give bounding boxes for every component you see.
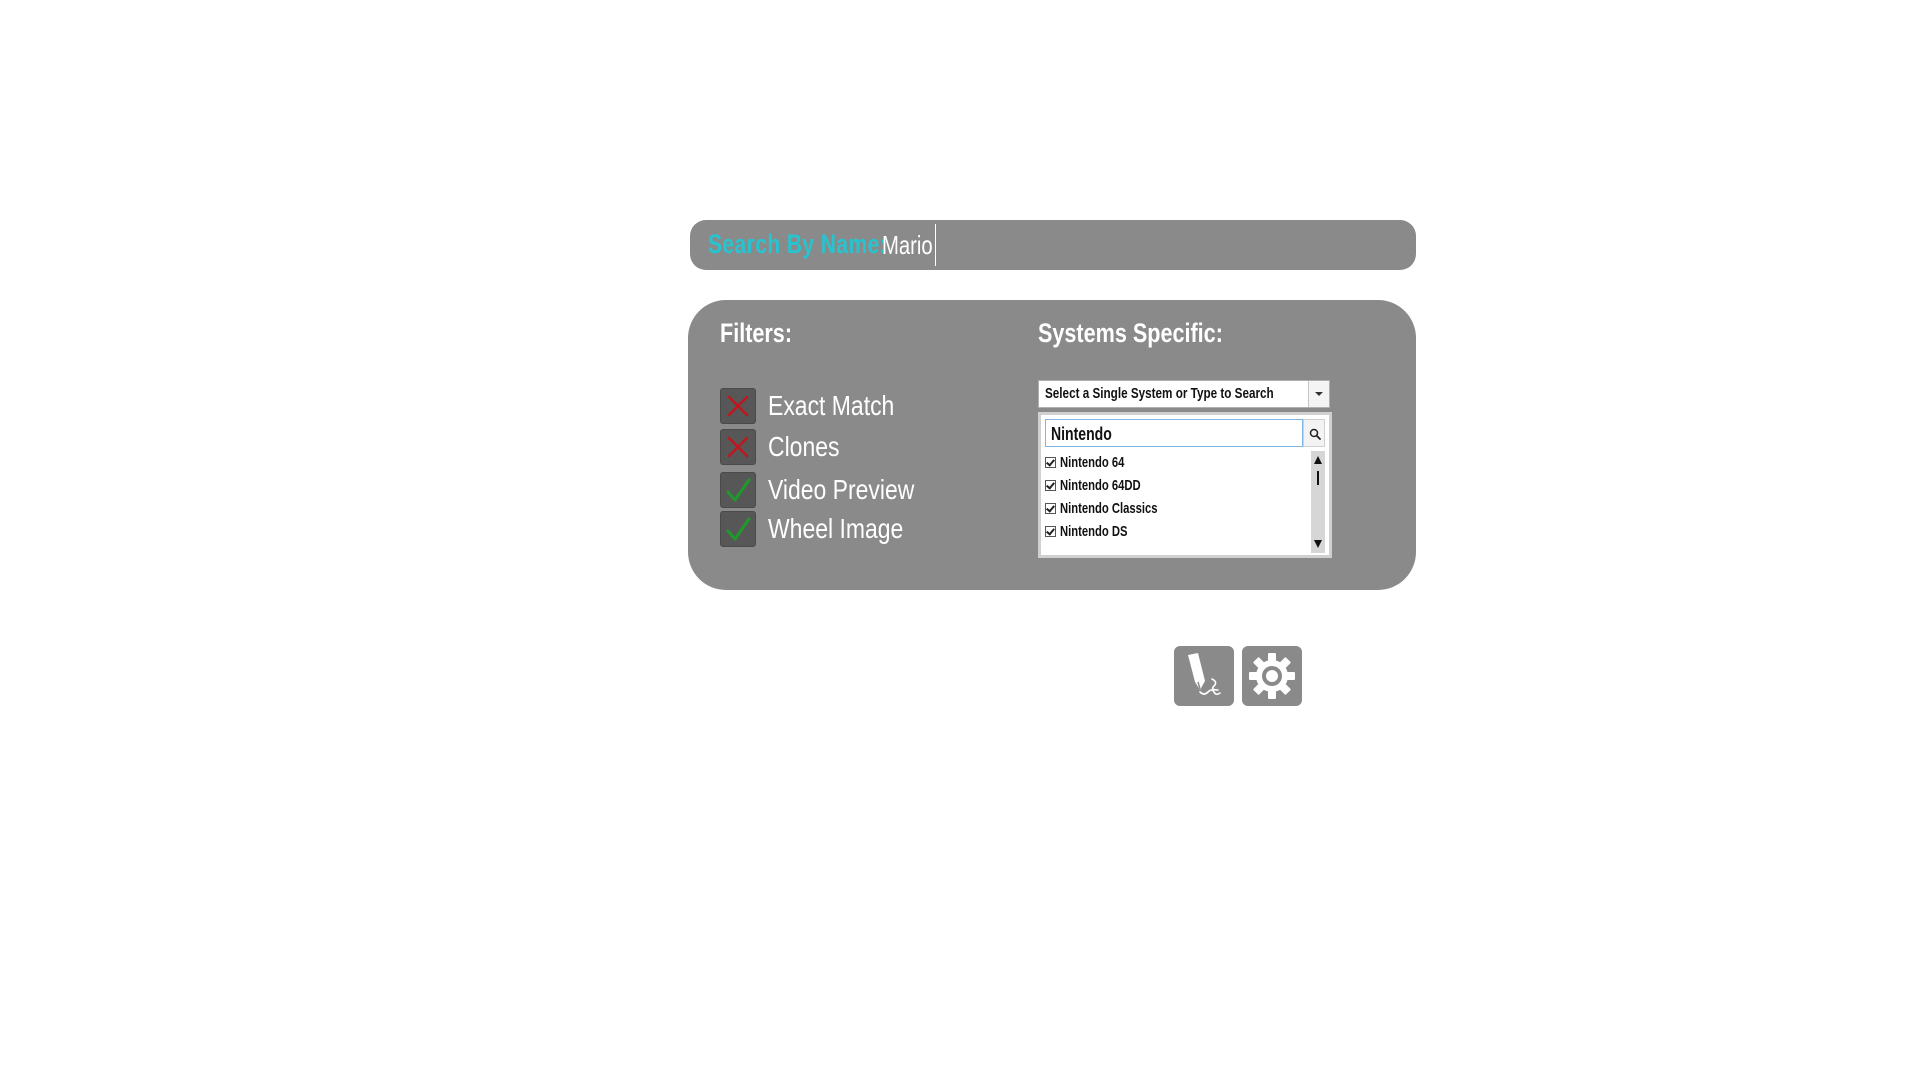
system-list-scrollbar[interactable] xyxy=(1311,451,1325,553)
search-input[interactable]: Mario xyxy=(882,230,933,261)
system-search-input[interactable]: Nintendo xyxy=(1045,419,1303,447)
filter-clones[interactable]: Clones xyxy=(720,428,855,466)
video-preview-label: Video Preview xyxy=(768,474,915,505)
system-checkbox[interactable] xyxy=(1045,480,1056,491)
system-option[interactable]: Nintendo Classics xyxy=(1041,497,1311,520)
scroll-up-icon[interactable] xyxy=(1314,456,1322,464)
system-option-label: Nintendo Classics xyxy=(1060,500,1158,517)
system-option[interactable]: Nintendo 64 xyxy=(1041,451,1311,474)
system-option[interactable]: Nintendo DS xyxy=(1041,520,1311,543)
system-option-label: Nintendo DS xyxy=(1060,523,1128,540)
filter-video-preview[interactable]: Video Preview xyxy=(720,471,946,509)
system-dropdown: Nintendo Nintendo 64 Nintendo 64DD Ninte… xyxy=(1038,412,1332,558)
clones-label: Clones xyxy=(768,431,840,462)
scroll-thumb[interactable] xyxy=(1317,471,1319,485)
search-icon xyxy=(1309,428,1321,440)
checkmark-icon xyxy=(726,517,751,541)
wheel-image-label: Wheel Image xyxy=(768,513,904,544)
system-checkbox[interactable] xyxy=(1045,503,1056,514)
checkmark-icon xyxy=(726,478,751,502)
search-label: Search By Name: xyxy=(708,229,888,259)
cross-icon xyxy=(727,436,749,458)
chevron-down-icon[interactable] xyxy=(1308,381,1329,407)
scroll-down-icon[interactable] xyxy=(1314,540,1322,548)
system-search-value: Nintendo xyxy=(1051,424,1112,444)
system-checkbox[interactable] xyxy=(1045,526,1056,537)
filter-wheel-image[interactable]: Wheel Image xyxy=(720,510,933,548)
system-list: Nintendo 64 Nintendo 64DD Nintendo Class… xyxy=(1041,451,1311,553)
search-bar: Search By Name: Mario xyxy=(690,220,1416,270)
system-option-label: Nintendo 64 xyxy=(1060,454,1125,471)
cross-icon xyxy=(727,395,749,417)
system-option[interactable]: Nintendo 64DD xyxy=(1041,474,1311,497)
gear-icon xyxy=(1249,653,1295,699)
filter-exact-match[interactable]: Exact Match xyxy=(720,387,922,425)
text-caret xyxy=(934,224,936,266)
system-search-button[interactable] xyxy=(1303,419,1325,447)
signature-button[interactable] xyxy=(1174,646,1234,706)
filters-heading: Filters: xyxy=(720,318,793,348)
systems-heading: Systems Specific: xyxy=(1038,318,1223,348)
clones-toggle[interactable] xyxy=(720,429,756,465)
exact-match-label: Exact Match xyxy=(768,390,895,421)
system-select-placeholder: Select a Single System or Type to Search xyxy=(1045,385,1274,402)
wheel-image-toggle[interactable] xyxy=(720,511,756,547)
settings-button[interactable] xyxy=(1242,646,1302,706)
filters-panel: Filters: Systems Specific: Exact Match C… xyxy=(688,300,1416,590)
exact-match-toggle[interactable] xyxy=(720,388,756,424)
system-checkbox[interactable] xyxy=(1045,457,1056,468)
video-preview-toggle[interactable] xyxy=(720,472,756,508)
system-option-label: Nintendo 64DD xyxy=(1060,477,1141,494)
signature-pen-icon xyxy=(1188,653,1221,696)
system-select[interactable]: Select a Single System or Type to Search xyxy=(1038,380,1330,408)
